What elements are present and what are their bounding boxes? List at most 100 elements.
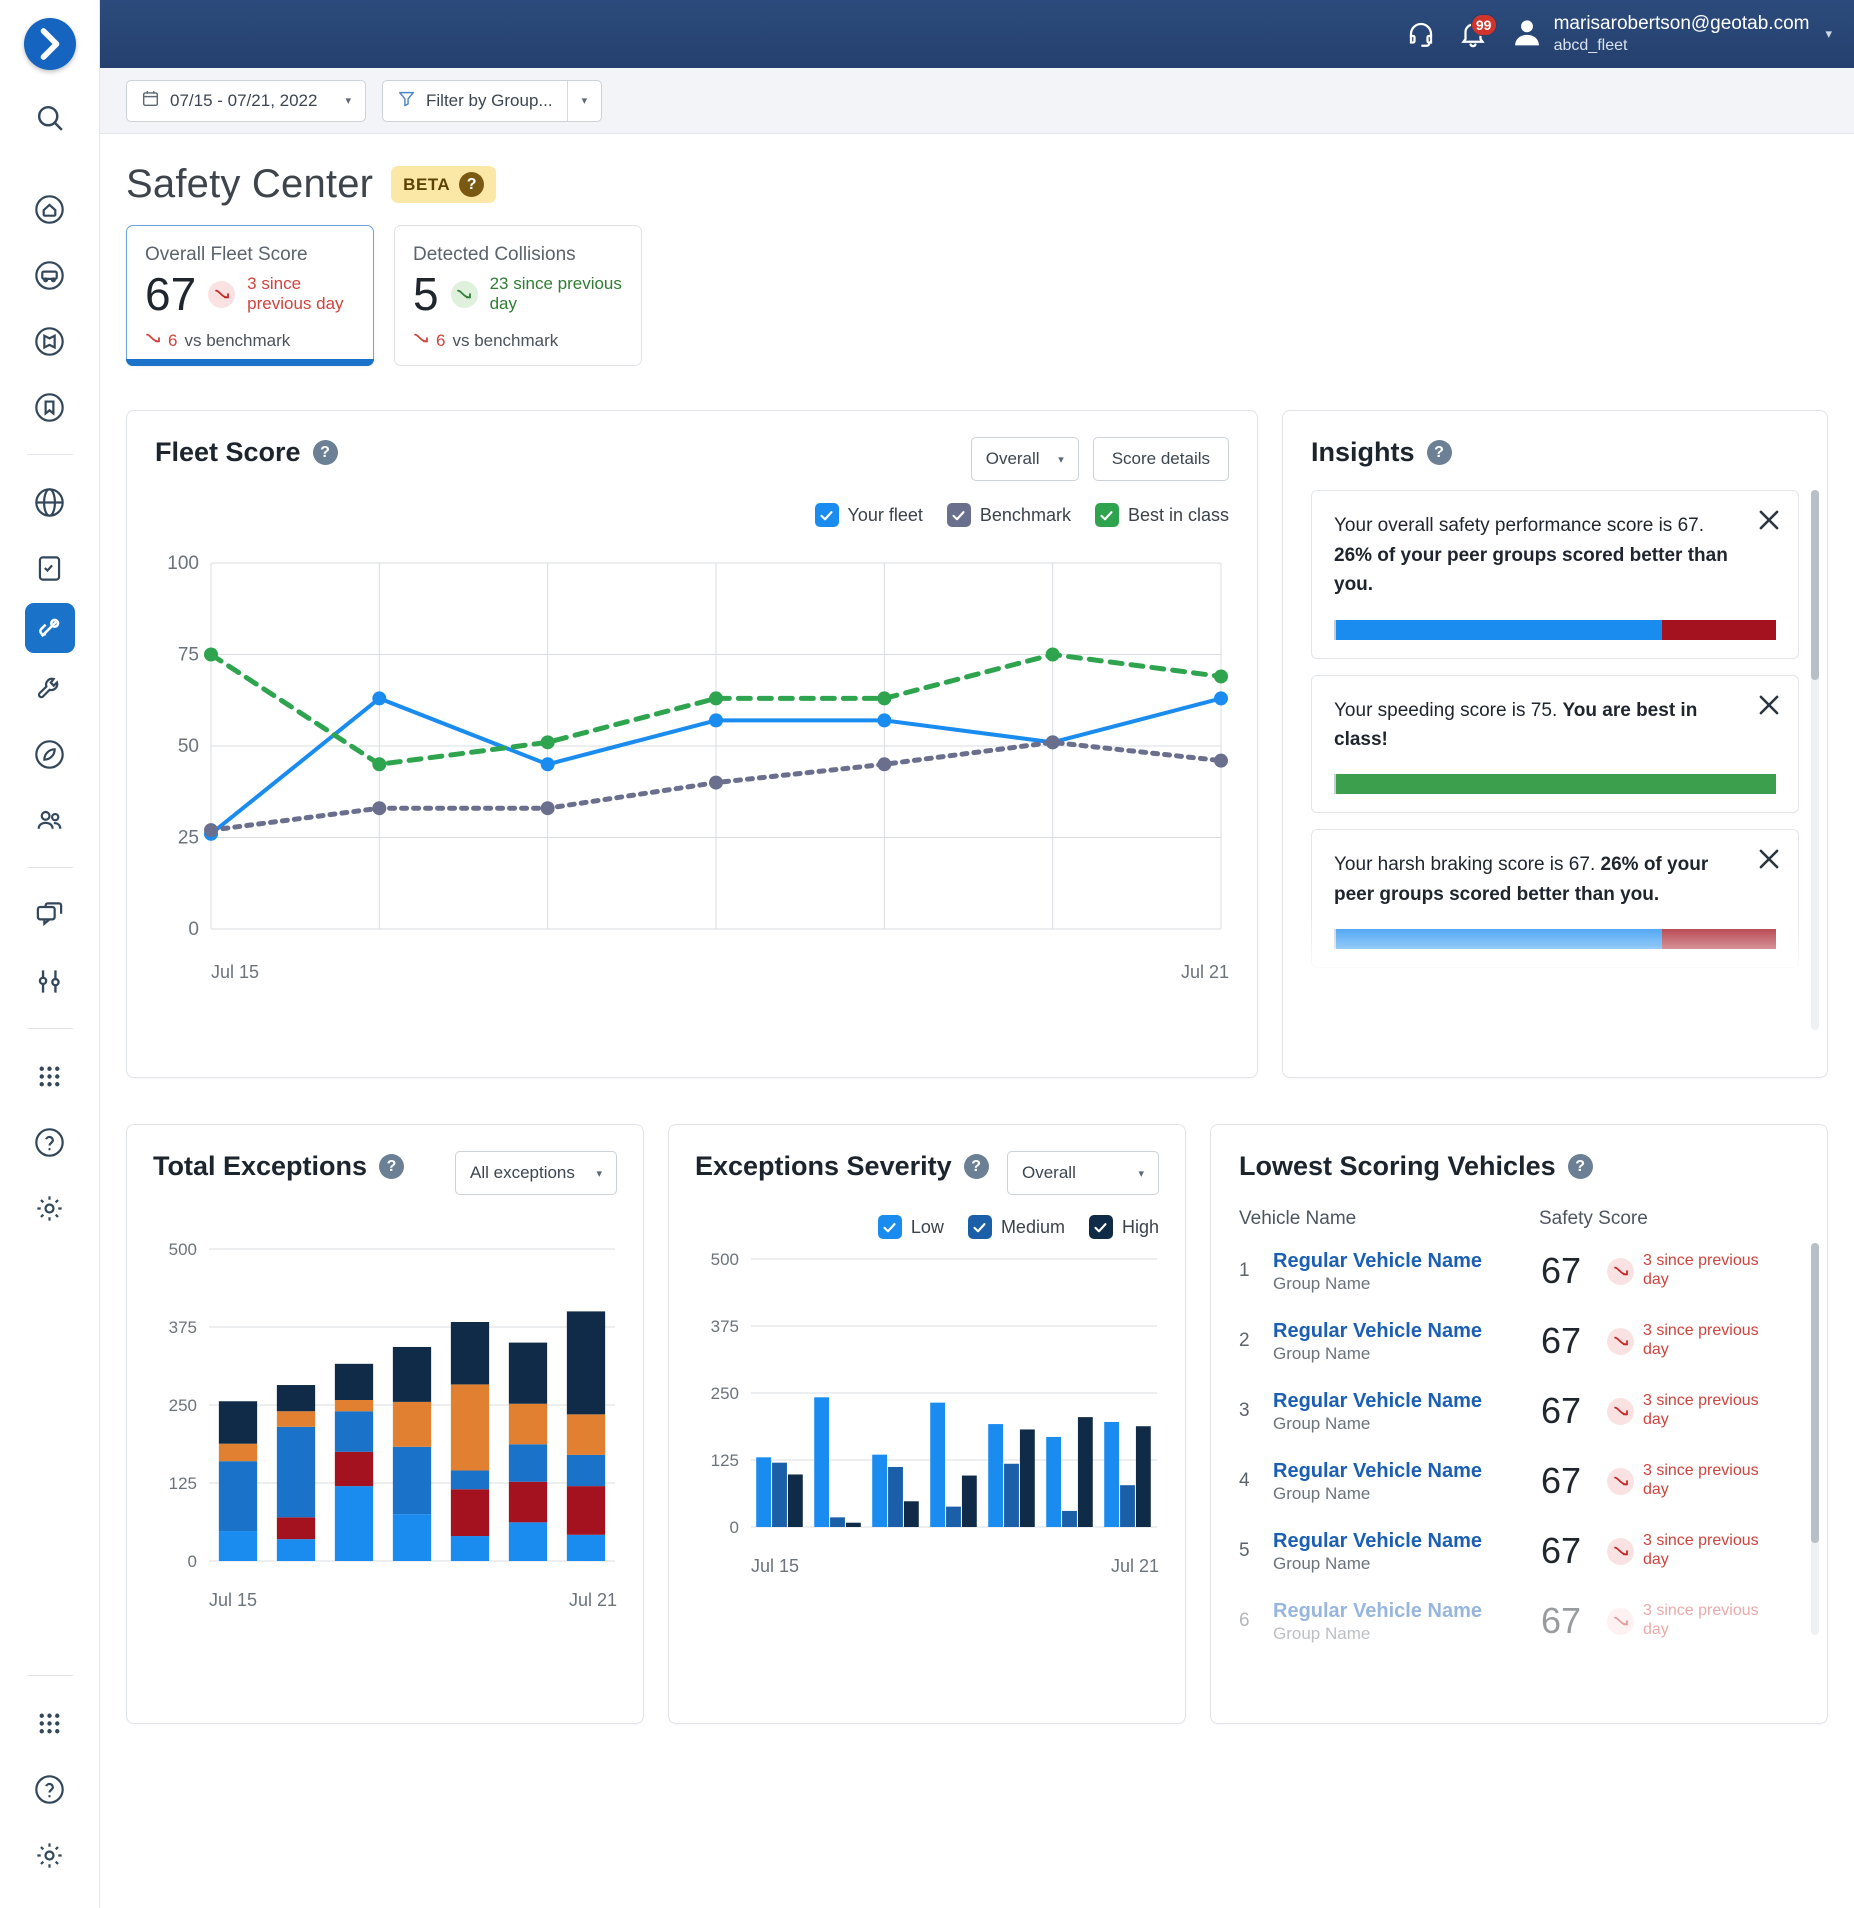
vehicle-row[interactable]: 3 Regular Vehicle Name Group Name 67 3 s… (1239, 1376, 1827, 1446)
grid-icon-bottom[interactable] (20, 1692, 80, 1754)
row-index: 3 (1239, 1400, 1273, 1422)
legend-item-benchmark[interactable]: Benchmark (947, 503, 1071, 527)
beta-badge[interactable]: BETA ? (391, 166, 496, 203)
legend-item-low[interactable]: Low (878, 1215, 944, 1239)
sidebar-expand-toggle[interactable] (24, 18, 76, 70)
checkbox-checked-icon[interactable] (1095, 503, 1119, 527)
vehicle-name-link[interactable]: Regular Vehicle Name (1273, 1248, 1541, 1274)
kpi-card-overall-fleet-score[interactable]: Overall Fleet Score 67 3 since previous … (126, 225, 374, 366)
date-range-caret-icon[interactable]: ▾ (331, 94, 365, 107)
beta-label: BETA (403, 175, 450, 195)
vehicle-score-delta: 3 since previous day (1643, 1462, 1763, 1500)
vehicle-name-link[interactable]: Regular Vehicle Name (1273, 1528, 1541, 1554)
panel-title-text: Fleet Score (155, 437, 301, 468)
vehicle-row[interactable]: 2 Regular Vehicle Name Group Name 67 3 s… (1239, 1306, 1827, 1376)
exceptions-severity-title: Exceptions Severity ? (695, 1151, 989, 1182)
checkbox-checked-icon[interactable] (947, 503, 971, 527)
checkbox-checked-icon[interactable] (815, 503, 839, 527)
legend-item-medium[interactable]: Medium (968, 1215, 1065, 1239)
checkbox-checked-icon[interactable] (968, 1215, 992, 1239)
chevron-down-icon[interactable]: ▾ (1825, 26, 1832, 42)
lowest-scoring-help-icon[interactable]: ? (1568, 1154, 1593, 1179)
search-icon[interactable] (20, 86, 80, 148)
kpi-card-detected-collisions[interactable]: Detected Collisions 5 23 since previous … (394, 225, 642, 366)
vehicle-row[interactable]: 1 Regular Vehicle Name Group Name 67 3 s… (1239, 1236, 1827, 1306)
fleet-score-scope-value: Overall (986, 449, 1040, 469)
exceptions-severity-help-icon[interactable]: ? (964, 1154, 989, 1179)
insight-text-bold: 26% of your peer groups scored better th… (1334, 545, 1728, 595)
vehicle-score: 67 (1541, 1250, 1607, 1292)
x-label-start: Jul 15 (211, 962, 259, 983)
vehicle-name-link[interactable]: Regular Vehicle Name (1273, 1388, 1541, 1414)
clipboard-icon[interactable] (20, 537, 80, 599)
vehicle-group: Group Name (1273, 1274, 1541, 1294)
help-icon[interactable] (20, 1111, 80, 1173)
date-range-picker[interactable]: 07/15 - 07/21, 2022 ▾ (126, 80, 366, 122)
nav-divider-3 (27, 1028, 73, 1029)
exceptions-severity-scope-value: Overall (1022, 1163, 1076, 1183)
insight-text-plain: Your harsh braking score is 67. (1334, 854, 1601, 875)
vehicle-name-link[interactable]: Regular Vehicle Name (1273, 1318, 1541, 1344)
score-details-button[interactable]: Score details (1093, 437, 1229, 481)
vehicle-name-link[interactable]: Regular Vehicle Name (1273, 1458, 1541, 1484)
row-index: 1 (1239, 1260, 1273, 1282)
user-menu[interactable]: marisarobertson@geotab.com abcd_fleet ▾ (1510, 12, 1832, 56)
beta-help-icon[interactable]: ? (459, 172, 484, 197)
close-icon[interactable] (1756, 692, 1782, 723)
insights-scrollbar-thumb[interactable] (1811, 490, 1819, 680)
exceptions-severity-scope-select[interactable]: Overall ▾ (1007, 1151, 1159, 1195)
close-icon[interactable] (1756, 846, 1782, 877)
grid-icon[interactable] (20, 1045, 80, 1107)
help-icon-bottom[interactable] (20, 1758, 80, 1820)
legend-item-your-fleet[interactable]: Your fleet (815, 503, 923, 527)
vehicle-row[interactable]: 6 Regular Vehicle Name Group Name 67 3 s… (1239, 1586, 1827, 1656)
sidebar-item-safety-center[interactable] (25, 603, 75, 653)
vehicle-score: 67 (1541, 1390, 1607, 1432)
legend-item-best-in-class[interactable]: Best in class (1095, 503, 1229, 527)
vehicle-score: 67 (1541, 1320, 1607, 1362)
map-icon[interactable] (20, 310, 80, 372)
gear-icon-bottom[interactable] (20, 1824, 80, 1886)
total-exceptions-filter-select[interactable]: All exceptions ▾ (455, 1151, 617, 1195)
bell-icon[interactable]: 99 (1458, 19, 1488, 49)
close-icon[interactable] (1756, 507, 1782, 538)
total-exceptions-help-icon[interactable]: ? (379, 1154, 404, 1179)
checkbox-checked-icon[interactable] (878, 1215, 902, 1239)
vehicle-row[interactable]: 4 Regular Vehicle Name Group Name 67 3 s… (1239, 1446, 1827, 1516)
people-icon[interactable] (20, 789, 80, 851)
bookmark-icon[interactable] (20, 376, 80, 438)
sliders-icon[interactable] (20, 950, 80, 1012)
column-header-vehicle-name: Vehicle Name (1239, 1208, 1539, 1230)
checkbox-checked-icon[interactable] (1089, 1215, 1113, 1239)
svg-text:125: 125 (711, 1451, 739, 1470)
fleet-score-panel: Fleet Score ? Overall ▾ Score details (126, 410, 1258, 1078)
svg-text:75: 75 (178, 645, 199, 666)
gear-icon[interactable] (20, 1177, 80, 1239)
insights-panel: Insights ? Your overall safety performan… (1282, 410, 1828, 1078)
lowest-scoring-scrollbar-thumb[interactable] (1811, 1243, 1819, 1543)
vehicle-name-link[interactable]: Regular Vehicle Name (1273, 1598, 1541, 1624)
legend-item-high[interactable]: High (1089, 1215, 1159, 1239)
kpi-value: 5 (413, 270, 439, 318)
fleet-score-help-icon[interactable]: ? (313, 440, 338, 465)
vehicle-row[interactable]: 5 Regular Vehicle Name Group Name 67 3 s… (1239, 1516, 1827, 1586)
insights-help-icon[interactable]: ? (1427, 440, 1452, 465)
kpi-delta: 23 since previous day (490, 274, 623, 314)
globe-icon[interactable] (20, 471, 80, 533)
vehicle-icon[interactable] (20, 244, 80, 306)
group-filter[interactable]: Filter by Group... ▾ (382, 80, 602, 122)
home-icon[interactable] (20, 178, 80, 240)
fleet-score-scope-select[interactable]: Overall ▾ (971, 437, 1079, 481)
date-range-value: 07/15 - 07/21, 2022 (170, 91, 317, 111)
chat-icon[interactable] (20, 884, 80, 946)
insights-card-list[interactable]: Your overall safety performance score is… (1311, 490, 1827, 1030)
group-filter-caret-icon[interactable]: ▾ (568, 94, 602, 107)
wrench-icon[interactable] (20, 657, 80, 719)
headset-icon[interactable] (1406, 19, 1436, 49)
leaf-icon[interactable] (20, 723, 80, 785)
svg-text:0: 0 (730, 1518, 739, 1537)
dashboard-row-1: Fleet Score ? Overall ▾ Score details (126, 410, 1828, 1078)
insight-progress-bar (1334, 929, 1776, 949)
benchmark-trend-icon (145, 330, 161, 351)
row-index: 6 (1239, 1610, 1273, 1632)
